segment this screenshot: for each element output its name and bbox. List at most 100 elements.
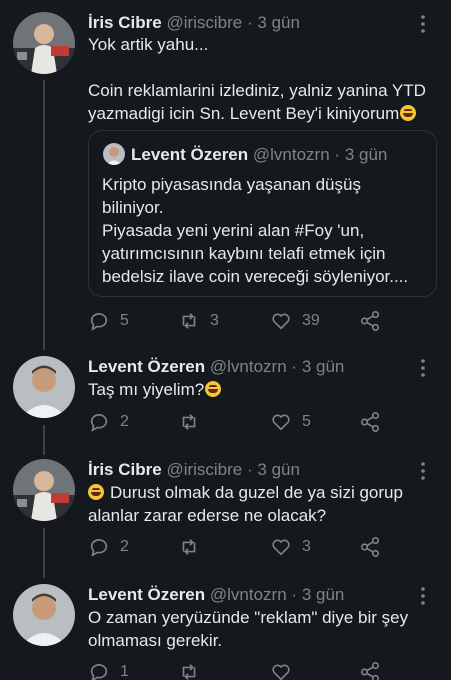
reply-icon: [90, 664, 108, 680]
tweet[interactable]: Levent Özeren @lvntozrn · 3 gün O zaman …: [0, 584, 451, 680]
reply-button[interactable]: 2: [88, 535, 129, 559]
quote-text: Kripto piyasasında yaşanan düşüş biliniy…: [102, 173, 408, 288]
reply-icon: [90, 539, 108, 557]
more-options-icon[interactable]: [413, 586, 433, 606]
quote-text-line: Piyasada yeni yerini alan #Foy 'un,: [102, 221, 365, 240]
tweet-text-line: O zaman yeryüzünde "reklam" diye bir şey: [88, 608, 409, 627]
author-name[interactable]: Levent Özeren: [88, 585, 205, 604]
separator: ·: [247, 460, 253, 479]
quoted-tweet[interactable]: Levent Özeren @lvntozrn · 3 gün Kripto p…: [88, 130, 437, 297]
timestamp[interactable]: 3 gün: [257, 13, 300, 32]
tweet[interactable]: Levent Özeren @lvntozrn · 3 gün Taş mı y…: [0, 356, 451, 436]
quote-timestamp: 3 gün: [344, 145, 388, 164]
timestamp[interactable]: 3 gün: [257, 460, 300, 479]
author-name[interactable]: Levent Özeren: [88, 357, 205, 376]
separator: ·: [291, 585, 298, 604]
avatar[interactable]: [13, 584, 75, 646]
avatar-image-icon: [103, 143, 125, 165]
quote-text-line: yatırımcısının kaybını telafi etmek için: [102, 244, 386, 263]
more-options-icon[interactable]: [413, 14, 433, 34]
tweet-text-line: Durust olmak da guzel de ya sizi gorup: [88, 481, 403, 504]
tweet-text-line: Taş mı yiyelim?: [88, 378, 222, 401]
author-name[interactable]: İris Cibre: [88, 460, 162, 479]
tweet-text-line: alanlar zarar ederse ne olacak?: [88, 506, 327, 525]
quote-avatar: [103, 143, 125, 165]
tweet-text-line: Yok artik yahu...: [88, 35, 209, 54]
retweet-button[interactable]: 3: [178, 309, 219, 333]
tweet-text-line: olmaması gerekir.: [88, 631, 223, 650]
share-icon: [360, 311, 380, 331]
tweet-header: Levent Özeren @lvntozrn · 3 gün: [88, 584, 344, 606]
tweet-text-line: yazmadigi icin Sn. Levent Bey'i kiniyoru…: [88, 102, 426, 125]
heart-icon: [272, 664, 290, 680]
tweet-text: Durust olmak da guzel de ya sizi gorup a…: [88, 481, 403, 527]
like-button[interactable]: 39: [270, 309, 320, 333]
quote-text-line: Kripto piyasasında yaşanan düşüş: [102, 175, 361, 194]
action-bar: 2 5: [88, 410, 408, 434]
retweet-icon: [182, 664, 196, 680]
more-options-icon[interactable]: [413, 358, 433, 378]
like-button[interactable]: 3: [270, 535, 311, 559]
tweet-header: İris Cibre @iriscibre · 3 gün: [88, 12, 300, 34]
retweet-button[interactable]: [178, 410, 210, 434]
avatar-image-icon: [13, 584, 75, 646]
author-name[interactable]: İris Cibre: [88, 13, 162, 32]
like-button[interactable]: 5: [270, 410, 311, 434]
avatar[interactable]: [13, 459, 75, 521]
action-bar: 2 3: [88, 535, 408, 559]
author-handle[interactable]: @iriscibre: [166, 460, 242, 479]
author-handle[interactable]: @iriscibre: [166, 13, 242, 32]
action-bar: 1: [88, 660, 408, 680]
reply-count: 2: [120, 538, 129, 555]
avatar[interactable]: [13, 12, 75, 74]
tweet-header: Levent Özeren @lvntozrn · 3 gün: [88, 356, 344, 378]
laughing-emoji-icon: [205, 381, 222, 397]
like-count: 5: [302, 413, 311, 430]
tweet[interactable]: İris Cibre @iriscibre · 3 gün Durust olm…: [0, 459, 451, 559]
like-count: 39: [302, 312, 320, 329]
share-icon: [360, 412, 380, 432]
share-button[interactable]: [359, 535, 381, 559]
share-button[interactable]: [359, 309, 381, 333]
share-button[interactable]: [359, 660, 381, 680]
share-button[interactable]: [359, 410, 381, 434]
share-icon: [360, 662, 380, 680]
tweet-text-line: Coin reklamlarini izlediniz, yalniz yani…: [88, 81, 426, 100]
author-handle[interactable]: @lvntozrn: [210, 357, 287, 376]
like-button[interactable]: [270, 660, 292, 680]
tweet-text: Taş mı yiyelim?: [88, 378, 222, 401]
reply-button[interactable]: 2: [88, 410, 129, 434]
laughing-emoji-icon: [400, 105, 417, 121]
avatar[interactable]: [13, 356, 75, 418]
retweet-count: 3: [210, 312, 219, 329]
more-options-icon[interactable]: [413, 461, 433, 481]
reply-icon: [90, 313, 108, 331]
separator: ·: [247, 13, 253, 32]
heart-icon: [272, 414, 290, 431]
reply-count: 5: [120, 312, 129, 329]
tweet[interactable]: İris Cibre @iriscibre · 3 gün Yok artik …: [0, 12, 451, 342]
quote-text-line: bedelsiz ilave coin vereceği söyleniyor.…: [102, 267, 409, 286]
timestamp[interactable]: 3 gün: [302, 357, 345, 376]
quote-header: Levent Özeren @lvntozrn · 3 gün: [131, 144, 387, 166]
share-icon: [360, 537, 380, 557]
tweet-text: O zaman yeryüzünde "reklam" diye bir şey…: [88, 606, 408, 652]
tweet-text-fragment: Taş mı yiyelim?: [88, 380, 205, 399]
tweet-text: Yok artik yahu... Coin reklamlarini izle…: [88, 33, 426, 125]
reply-count: 1: [120, 663, 129, 680]
timestamp[interactable]: 3 gün: [302, 585, 345, 604]
tweet-text-fragment: yazmadigi icin Sn. Levent Bey'i kiniyoru…: [88, 104, 400, 123]
like-count: 3: [302, 538, 311, 555]
reply-button[interactable]: 1: [88, 660, 129, 680]
retweet-button[interactable]: [178, 660, 200, 680]
retweet-icon: [182, 539, 196, 555]
retweet-button[interactable]: [178, 535, 210, 559]
separator: ·: [291, 357, 298, 376]
reply-count: 2: [120, 413, 129, 430]
retweet-icon: [182, 313, 196, 329]
tweet-text-fragment: Durust olmak da guzel de ya sizi gorup: [110, 483, 403, 502]
reply-button[interactable]: 5: [88, 309, 129, 333]
author-handle[interactable]: @lvntozrn: [210, 585, 287, 604]
laughing-emoji-icon: [88, 484, 104, 500]
tweet-header: İris Cibre @iriscibre · 3 gün: [88, 459, 300, 481]
